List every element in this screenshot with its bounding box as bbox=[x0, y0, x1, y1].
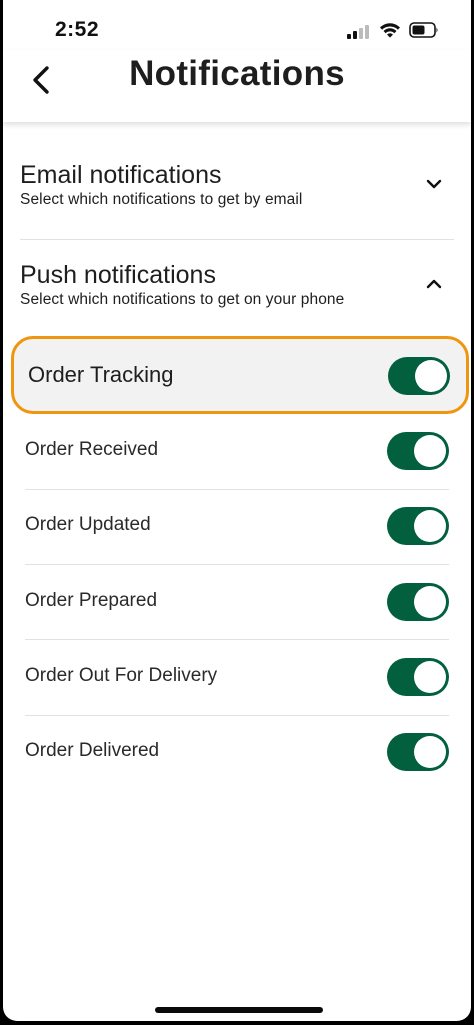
cellular-signal-icon bbox=[347, 24, 371, 39]
section-title: Push notifications bbox=[20, 261, 216, 289]
row-divider bbox=[25, 639, 449, 640]
order-delivered-toggle[interactable] bbox=[387, 733, 449, 771]
section-title: Email notifications bbox=[20, 161, 222, 189]
list-item-order-updated: Order Updated bbox=[25, 507, 449, 545]
navigation-header: Notifications bbox=[3, 50, 471, 122]
list-item-label: Order Prepared bbox=[25, 590, 158, 611]
order-received-toggle[interactable] bbox=[387, 432, 449, 470]
section-divider bbox=[20, 239, 454, 240]
list-item-label: Order Out For Delivery bbox=[25, 665, 218, 686]
home-indicator[interactable] bbox=[155, 1007, 323, 1013]
page-title: Notifications bbox=[129, 54, 345, 93]
order-tracking-toggle[interactable] bbox=[388, 357, 450, 395]
order-out-for-delivery-toggle[interactable] bbox=[387, 658, 449, 696]
list-item-label: Order Received bbox=[25, 439, 159, 460]
section-subtitle: Select which notifications to get by ema… bbox=[20, 191, 303, 208]
status-time: 2:52 bbox=[55, 18, 100, 41]
list-item-order-out-for-delivery: Order Out For Delivery bbox=[25, 658, 449, 696]
status-bar: 2:52 bbox=[3, 0, 471, 50]
email-notifications-section[interactable]: Email notifications Select which notific… bbox=[20, 160, 454, 210]
order-updated-toggle[interactable] bbox=[387, 507, 449, 545]
toggle-knob bbox=[414, 736, 446, 768]
list-item-label: Order Updated bbox=[25, 514, 151, 535]
wifi-icon bbox=[380, 23, 400, 38]
list-item-order-received: Order Received bbox=[25, 432, 449, 470]
order-prepared-toggle[interactable] bbox=[387, 583, 449, 621]
section-subtitle: Select which notifications to get on you… bbox=[20, 291, 345, 308]
toggle-knob bbox=[414, 586, 446, 618]
battery-icon bbox=[409, 22, 438, 38]
chevron-down-icon[interactable] bbox=[424, 174, 444, 194]
chevron-up-icon[interactable] bbox=[424, 274, 444, 294]
toggle-knob bbox=[414, 510, 446, 542]
toggle-knob bbox=[414, 661, 446, 693]
row-divider bbox=[25, 715, 449, 716]
order-tracking-label: Order Tracking bbox=[28, 362, 174, 387]
order-tracking-row: Order Tracking bbox=[11, 336, 469, 414]
push-notifications-section[interactable]: Push notifications Select which notifica… bbox=[20, 260, 454, 310]
app-screen: 2:52 Notifications Email notifications S… bbox=[3, 0, 471, 1021]
row-divider bbox=[25, 564, 449, 565]
list-item-label: Order Delivered bbox=[25, 740, 160, 761]
list-item-order-delivered: Order Delivered bbox=[25, 733, 449, 771]
toggle-knob bbox=[414, 435, 446, 467]
toggle-knob bbox=[415, 360, 447, 392]
list-item-order-prepared: Order Prepared bbox=[25, 583, 449, 621]
row-divider bbox=[25, 489, 449, 490]
